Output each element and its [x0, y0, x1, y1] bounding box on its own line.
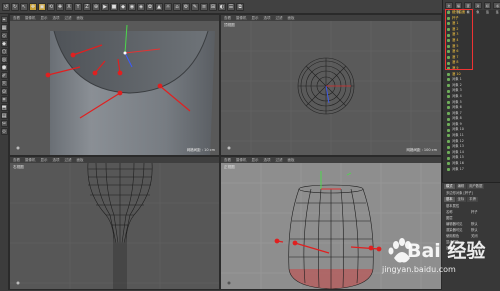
right-scene: [10, 163, 219, 289]
toolbar-button-icon[interactable]: ☼: [164, 2, 172, 11]
toolbar-button-icon[interactable]: ⧉: [236, 2, 244, 11]
viewport-right[interactable]: 查看 摄像机 显示 选项 过滤 面板 右视图: [9, 156, 220, 290]
toolbar-button-icon[interactable]: ◆: [119, 2, 127, 11]
object-icon: [447, 134, 450, 138]
toolbar-button-icon[interactable]: ▣: [38, 2, 46, 11]
viewport-label: 顶视图: [224, 23, 235, 27]
toolbar-button-icon[interactable]: ⊕: [92, 2, 100, 11]
toolbar-button-icon[interactable]: ⚙: [182, 2, 190, 11]
toolbar-button-icon[interactable]: Z: [83, 2, 91, 11]
left-tool-icon[interactable]: ◎: [0, 56, 8, 63]
object-icon: [447, 78, 450, 82]
toolbar-button-icon[interactable]: ≡: [200, 2, 208, 11]
om-tab-view[interactable]: 查看: [464, 1, 473, 14]
toolbar-button-icon[interactable]: ✥: [29, 2, 37, 11]
left-tool-icon[interactable]: ⬡: [0, 48, 8, 55]
attr-title-text: 多边形对象 [杯子]: [446, 191, 473, 195]
main-toolbar: ↺ ↻ ↖ ✥ ▣ ⟲ ✚ X Y Z ⊕ ▶ ■ ◆ ◉ ◈ ✿ ▲ ☼ ⌂ ⚙ ✎ ≡ ⊞ ◐ ☰ ⧉: [0, 0, 442, 14]
object-icon: [447, 139, 450, 143]
object-icon: [447, 167, 450, 171]
left-tool-icon[interactable]: ✂: [0, 120, 8, 127]
left-tool-icon[interactable]: ⬢: [0, 64, 8, 71]
attr-subtab-basic[interactable]: 基本: [444, 197, 455, 202]
left-tool-icon[interactable]: ⌗: [0, 96, 8, 103]
watermark-url: jingyan.baidu.com: [382, 265, 456, 274]
toolbar-button-icon[interactable]: X: [65, 2, 73, 11]
left-tool-icon[interactable]: ◇: [0, 32, 8, 39]
left-tool-icon[interactable]: ✐: [0, 72, 8, 79]
left-tool-icon[interactable]: ▦: [0, 24, 8, 31]
left-tool-icon[interactable]: ⟐: [0, 128, 8, 135]
grid-spacing-label: 网格间距 : 10 cm: [186, 148, 215, 152]
cinema4d-window: ↺ ↻ ↖ ✥ ▣ ⟲ ✚ X Y Z ⊕ ▶ ■ ◆ ◉ ◈ ✿ ▲ ☼ ⌂ ⚙ ✎ ≡ ⊞ ◐ ☰ ⧉ ⌖ ▦ ◇ ◆ ⬡ ◎ ⬢ ✐ ⤧ ⊙ ⌗ ⬒…: [0, 0, 500, 291]
toolbar-button-icon[interactable]: ⟲: [47, 2, 55, 11]
toolbar-button-icon[interactable]: ◈: [137, 2, 145, 11]
toolbar-button-icon[interactable]: ✎: [191, 2, 199, 11]
om-tab-bookmarks[interactable]: 书签: [493, 1, 500, 14]
toolbar-button-icon[interactable]: ■: [110, 2, 118, 11]
object-icon: [447, 123, 450, 127]
object-icon: [447, 145, 450, 149]
object-label: 对象 17: [452, 166, 464, 171]
attribute-tabs: 模式 编辑 用户数据: [442, 183, 500, 190]
om-tab-edit[interactable]: 编辑: [454, 1, 463, 14]
grid-spacing-label: 网格间距 : 100 cm: [406, 148, 437, 152]
perspective-scene: [10, 21, 219, 155]
viewport-label: 右视图: [13, 165, 24, 169]
attr-tab-userdata[interactable]: 用户数据: [467, 184, 485, 189]
object-icon: [447, 156, 450, 160]
watermark-brand: Bai 经验: [407, 240, 486, 262]
toolbar-button-icon[interactable]: ▶: [101, 2, 109, 11]
toolbar-button-icon[interactable]: ✿: [146, 2, 154, 11]
selection-highlight-box: [445, 9, 473, 70]
toolbar-button-icon[interactable]: ↻: [11, 2, 19, 11]
object-icon: [447, 162, 450, 166]
object-icon: [447, 84, 450, 88]
object-icon: [447, 117, 450, 121]
toolbar-button-icon[interactable]: ◐: [218, 2, 226, 11]
object-icon: [447, 128, 450, 132]
attr-subtab-coord[interactable]: 坐标: [455, 197, 467, 202]
attr-tab-edit[interactable]: 编辑: [455, 184, 467, 189]
attr-tab-mode[interactable]: 模式: [444, 184, 455, 189]
toolbar-button-icon[interactable]: ◉: [128, 2, 136, 11]
viewport-perspective[interactable]: 查看 摄像机 显示 选项 过滤 面板 网格间距: 10 cm: [9, 14, 220, 156]
object-list-item[interactable]: 对象 17: [443, 167, 500, 173]
object-icon: [447, 89, 450, 93]
left-tool-icon[interactable]: ⬒: [0, 104, 8, 111]
toolbar-button-icon[interactable]: ▲: [155, 2, 163, 11]
object-icon: [447, 100, 450, 104]
left-tool-icon[interactable]: ⌖: [0, 16, 8, 23]
toolbar-button-icon[interactable]: ⌂: [173, 2, 181, 11]
attribute-subtabs: 基本 坐标 平滑: [442, 196, 500, 203]
toolbar-button-icon[interactable]: Y: [74, 2, 82, 11]
left-tool-icon[interactable]: ◆: [0, 40, 8, 47]
object-icon: [447, 111, 450, 115]
object-icon: [447, 95, 450, 99]
left-tool-icon[interactable]: ▤: [0, 112, 8, 119]
left-tool-icon[interactable]: ⤧: [0, 80, 8, 87]
om-tab-file[interactable]: 文件: [445, 1, 453, 14]
om-tab-tags[interactable]: 标签: [483, 1, 492, 14]
toolbar-button-icon[interactable]: ↺: [2, 2, 10, 11]
left-toolbar: ⌖ ▦ ◇ ◆ ⬡ ◎ ⬢ ✐ ⤧ ⊙ ⌗ ⬒ ▤ ✂ ⟐: [0, 14, 9, 290]
viewport-label: 正视图: [224, 165, 235, 169]
top-scene: [221, 21, 441, 155]
toolbar-button-icon[interactable]: ☰: [227, 2, 235, 11]
object-icon: [447, 106, 450, 110]
toolbar-button-icon[interactable]: ⊞: [209, 2, 217, 11]
object-icon: [447, 151, 450, 155]
attribute-value[interactable]: 杯子: [471, 209, 478, 215]
attr-subtab-phong[interactable]: 平滑: [467, 197, 478, 202]
toolbar-button-icon[interactable]: ✚: [56, 2, 64, 11]
om-tab-objects[interactable]: 对象: [474, 1, 482, 14]
viewport-top[interactable]: 查看 摄像机 显示 选项 过滤 面板 顶视图 网格间距: 100 cm: [220, 14, 442, 156]
object-icon: [447, 72, 450, 76]
toolbar-button-icon[interactable]: ↖: [20, 2, 28, 11]
left-tool-icon[interactable]: ⊙: [0, 88, 8, 95]
